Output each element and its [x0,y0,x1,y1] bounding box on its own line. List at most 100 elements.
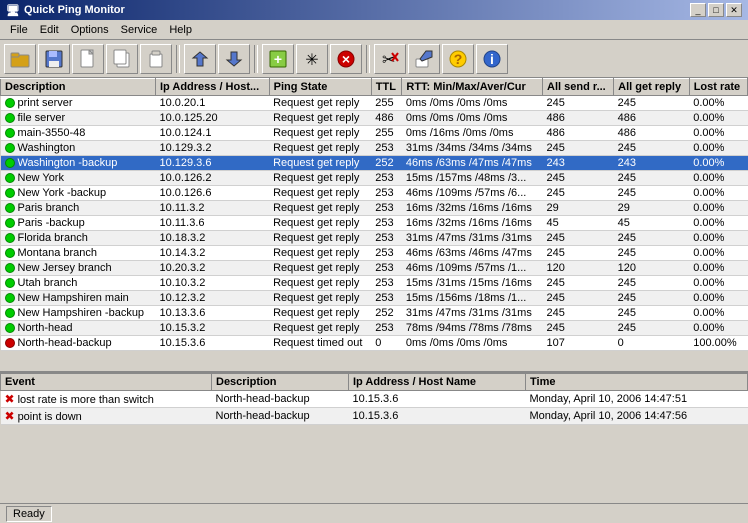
table-row[interactable]: New Jersey branch 10.20.3.2 Request get … [1,261,748,276]
col-ttl[interactable]: TTL [371,79,402,96]
copy-btn[interactable] [106,44,138,74]
table-row[interactable]: Montana branch 10.14.3.2 Request get rep… [1,246,748,261]
help-btn[interactable]: ? [442,44,474,74]
table-row[interactable]: Paris branch 10.11.3.2 Request get reply… [1,201,748,216]
table-row[interactable]: New York 10.0.126.2 Request get reply 25… [1,171,748,186]
cell-ttl: 253 [371,171,402,186]
main-table-body: print server 10.0.20.1 Request get reply… [1,96,748,351]
cell-state: Request get reply [269,126,371,141]
event-cell-ip: 10.15.3.6 [348,408,525,425]
cell-ttl: 0 [371,336,402,351]
star-btn[interactable]: ✳ [296,44,328,74]
table-row[interactable]: Paris -backup 10.11.3.6 Request get repl… [1,216,748,231]
event-table: Event Description Ip Address / Host Name… [0,373,748,425]
cut-btn[interactable]: ✂ [374,44,406,74]
cell-send: 29 [543,201,614,216]
cell-state: Request get reply [269,216,371,231]
minimize-button[interactable]: _ [690,3,706,17]
menu-edit[interactable]: Edit [34,22,65,38]
col-rtt[interactable]: RTT: Min/Max/Aver/Cur [402,79,543,96]
cell-lost: 0.00% [689,231,747,246]
event-row[interactable]: ✖point is down North-head-backup 10.15.3… [1,408,748,425]
menu-help[interactable]: Help [163,22,198,38]
cell-rtt: 46ms /63ms /46ms /47ms [402,246,543,261]
col-description[interactable]: Description [1,79,156,96]
status-dot [5,158,15,168]
cell-state: Request get reply [269,291,371,306]
cell-desc: file server [1,111,156,126]
event-col-event[interactable]: Event [1,374,212,391]
menu-options[interactable]: Options [65,22,115,38]
col-reply[interactable]: All get reply [614,79,690,96]
cell-rtt: 31ms /47ms /31ms /31ms [402,231,543,246]
cell-state: Request get reply [269,156,371,171]
cell-ttl: 253 [371,141,402,156]
cell-rtt: 16ms /32ms /16ms /16ms [402,201,543,216]
table-row[interactable]: New Hampshiren main 10.12.3.2 Request ge… [1,291,748,306]
table-row[interactable]: file server 10.0.125.20 Request get repl… [1,111,748,126]
table-row[interactable]: main-3550-48 10.0.124.1 Request get repl… [1,126,748,141]
cell-lost: 0.00% [689,201,747,216]
new-file-btn[interactable] [72,44,104,74]
cell-rtt: 15ms /157ms /48ms /3... [402,171,543,186]
maximize-button[interactable]: □ [708,3,724,17]
cell-reply: 245 [614,231,690,246]
cell-ip: 10.11.3.6 [155,216,269,231]
edit-btn[interactable] [408,44,440,74]
cell-state: Request get reply [269,231,371,246]
cell-rtt: 16ms /32ms /16ms /16ms [402,216,543,231]
paste-btn[interactable] [140,44,172,74]
table-row[interactable]: North-head-backup 10.15.3.6 Request time… [1,336,748,351]
table-row[interactable]: print server 10.0.20.1 Request get reply… [1,96,748,111]
event-col-desc[interactable]: Description [212,374,349,391]
table-row[interactable]: Florida branch 10.18.3.2 Request get rep… [1,231,748,246]
menu-service[interactable]: Service [115,22,164,38]
table-row[interactable]: Utah branch 10.10.3.2 Request get reply … [1,276,748,291]
event-table-header: Event Description Ip Address / Host Name… [1,374,748,391]
col-send[interactable]: All send r... [543,79,614,96]
toolbar-sep-1 [176,45,180,73]
cell-reply: 245 [614,276,690,291]
col-lost[interactable]: Lost rate [689,79,747,96]
event-col-ip[interactable]: Ip Address / Host Name [348,374,525,391]
info-btn[interactable]: i [476,44,508,74]
event-row[interactable]: ✖lost rate is more than switch North-hea… [1,391,748,408]
cell-state: Request get reply [269,276,371,291]
close-button[interactable]: ✕ [726,3,742,17]
status-dot [5,233,15,243]
cell-desc: New Hampshiren -backup [1,306,156,321]
table-row[interactable]: North-head 10.15.3.2 Request get reply 2… [1,321,748,336]
col-ip[interactable]: Ip Address / Host... [155,79,269,96]
table-row[interactable]: Washington -backup 10.129.3.6 Request ge… [1,156,748,171]
event-table-container[interactable]: Event Description Ip Address / Host Name… [0,373,748,503]
cell-ttl: 255 [371,126,402,141]
table-row[interactable]: New Hampshiren -backup 10.13.3.6 Request… [1,306,748,321]
table-row[interactable]: New York -backup 10.0.126.6 Request get … [1,186,748,201]
cell-lost: 0.00% [689,171,747,186]
cell-ip: 10.15.3.2 [155,321,269,336]
cell-send: 245 [543,306,614,321]
cell-reply: 245 [614,306,690,321]
event-cell-event: ✖lost rate is more than switch [1,391,212,408]
table-row[interactable]: Washington 10.129.3.2 Request get reply … [1,141,748,156]
col-ping-state[interactable]: Ping State [269,79,371,96]
status-dot [5,308,15,318]
toolbar: + ✳ × ✂ ? i [0,40,748,78]
cell-desc: Utah branch [1,276,156,291]
up-btn[interactable] [218,44,250,74]
cell-ttl: 253 [371,216,402,231]
open-folder-btn[interactable] [4,44,36,74]
down-btn[interactable] [184,44,216,74]
save-btn[interactable] [38,44,70,74]
cell-send: 245 [543,276,614,291]
menu-file[interactable]: File [4,22,34,38]
add-btn[interactable]: + [262,44,294,74]
cell-ip: 10.12.3.2 [155,291,269,306]
main-table-container[interactable]: Description Ip Address / Host... Ping St… [0,78,748,373]
cell-reply: 245 [614,321,690,336]
cell-rtt: 0ms /0ms /0ms /0ms [402,111,543,126]
stop-btn[interactable]: × [330,44,362,74]
cell-send: 245 [543,291,614,306]
cell-ttl: 253 [371,231,402,246]
event-col-time[interactable]: Time [526,374,748,391]
